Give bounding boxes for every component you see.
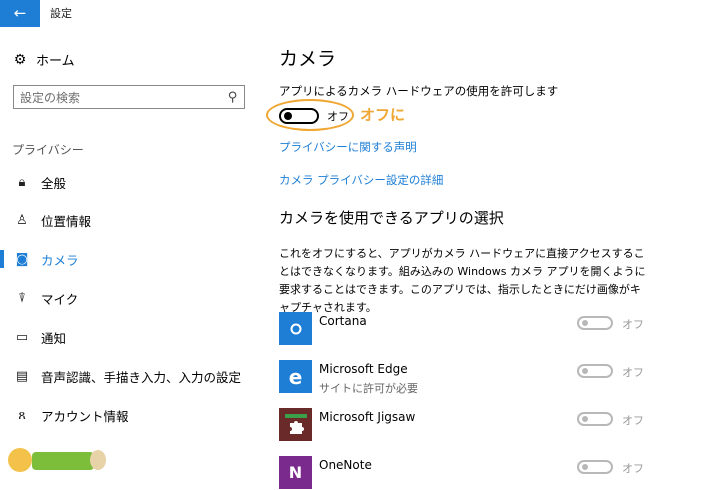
- sidebar-item-label: 全般: [41, 175, 67, 191]
- sidebar-item-notifications[interactable]: ▭ 通知: [0, 322, 258, 352]
- sidebar-item-general[interactable]: 🔒︎ 全般: [0, 167, 258, 197]
- search-icon: ⚲: [228, 89, 238, 105]
- sidebar-item-label: マイク: [41, 291, 79, 307]
- allow-camera-label: アプリによるカメラ ハードウェアの使用を許可します: [279, 84, 559, 98]
- app-row-onenote: N OneNote オフ: [279, 456, 649, 490]
- sidebar-item-label: カメラ: [41, 252, 79, 268]
- app-row-jigsaw: Microsoft Jigsaw オフ: [279, 408, 649, 442]
- clipboard-icon: ▤: [15, 368, 29, 384]
- sidebar-item-account-info[interactable]: ጸ アカウント情報: [0, 400, 258, 430]
- camera-access-toggle[interactable]: [279, 108, 319, 124]
- app-toggle-state: オフ: [622, 366, 644, 379]
- app-toggle-state: オフ: [622, 318, 644, 331]
- lock-icon: 🔒︎: [18, 174, 26, 190]
- sidebar-item-camera[interactable]: ◙ カメラ: [0, 244, 258, 274]
- cortana-icon: [279, 312, 312, 345]
- search-placeholder: 設定の検索: [20, 90, 81, 105]
- camera-access-toggle-row: オフ: [279, 104, 349, 128]
- onenote-glyph: N: [288, 462, 303, 482]
- app-subtitle: サイトに許可が必要: [319, 382, 418, 395]
- app-name: Microsoft Edge: [319, 362, 408, 376]
- site-watermark-logo: [8, 448, 106, 472]
- toggle-knob: [582, 416, 588, 422]
- back-arrow-icon: ←: [13, 4, 27, 22]
- title-bar: ← 設定: [0, 0, 718, 27]
- toggle-knob: [582, 320, 588, 326]
- app-toggle[interactable]: [577, 412, 613, 426]
- apps-description: これをオフにすると、アプリがカメラ ハードウェアに直接アクセスすることはできなく…: [279, 247, 646, 314]
- app-name: Cortana: [319, 314, 367, 328]
- toggle-knob: [284, 112, 292, 120]
- window-title: 設定: [50, 7, 72, 20]
- toggle-state-label: オフ: [327, 110, 349, 123]
- home-link[interactable]: ⚙ ホーム: [12, 50, 75, 70]
- camera-icon: ◙: [15, 251, 29, 267]
- app-row-edge: e Microsoft Edge サイトに許可が必要 オフ: [279, 360, 649, 395]
- app-toggle-state: オフ: [622, 414, 644, 427]
- sidebar-item-label: 通知: [41, 330, 67, 346]
- back-button[interactable]: ←: [0, 0, 40, 27]
- app-toggle[interactable]: [577, 460, 613, 474]
- search-input[interactable]: 設定の検索 ⚲: [13, 85, 245, 109]
- privacy-statement-link[interactable]: プライバシーに関する声明: [279, 139, 417, 155]
- app-toggle[interactable]: [577, 364, 613, 378]
- account-info-icon: ጸ: [18, 407, 26, 423]
- annotation-text: オフに: [360, 106, 406, 124]
- sidebar-item-speech[interactable]: ▤ 音声認識、手描き入力、入力の設定: [0, 361, 258, 391]
- onenote-icon: N: [279, 456, 312, 489]
- app-name: OneNote: [319, 458, 372, 472]
- toggle-knob: [582, 464, 588, 470]
- notification-icon: ▭: [15, 329, 29, 345]
- app-toggle[interactable]: [577, 316, 613, 330]
- edge-icon: e: [279, 360, 312, 393]
- jigsaw-icon: [279, 408, 312, 441]
- sidebar: ⚙ ホーム 設定の検索 ⚲ プライバシー 🔒︎ 全般 ♙ 位置情報 ◙ カメラ …: [0, 27, 258, 478]
- app-toggle-state: オフ: [622, 462, 644, 475]
- app-name: Microsoft Jigsaw: [319, 410, 416, 424]
- toggle-knob: [582, 368, 588, 374]
- sidebar-item-location[interactable]: ♙ 位置情報: [0, 205, 258, 235]
- camera-privacy-details-link[interactable]: カメラ プライバシー設定の詳細: [279, 172, 443, 188]
- microphone-icon: ⍒: [18, 290, 26, 306]
- sidebar-item-label: 音声認識、手描き入力、入力の設定: [41, 369, 242, 385]
- main-pane: カメラ アプリによるカメラ ハードウェアの使用を許可します オフ オフに プライ…: [258, 27, 718, 489]
- apps-heading: カメラを使用できるアプリの選択: [279, 209, 504, 227]
- page-title: カメラ: [279, 48, 337, 70]
- app-row-cortana: Cortana オフ: [279, 312, 649, 346]
- section-heading-privacy: プライバシー: [12, 143, 84, 157]
- gear-icon: ⚙: [13, 51, 27, 68]
- location-icon: ♙: [16, 212, 28, 228]
- sidebar-item-microphone[interactable]: ⍒ マイク: [0, 283, 258, 313]
- sidebar-item-label: 位置情報: [41, 213, 92, 229]
- home-label: ホーム: [36, 54, 75, 69]
- sidebar-item-label: アカウント情報: [41, 408, 129, 424]
- edge-glyph: e: [288, 364, 303, 389]
